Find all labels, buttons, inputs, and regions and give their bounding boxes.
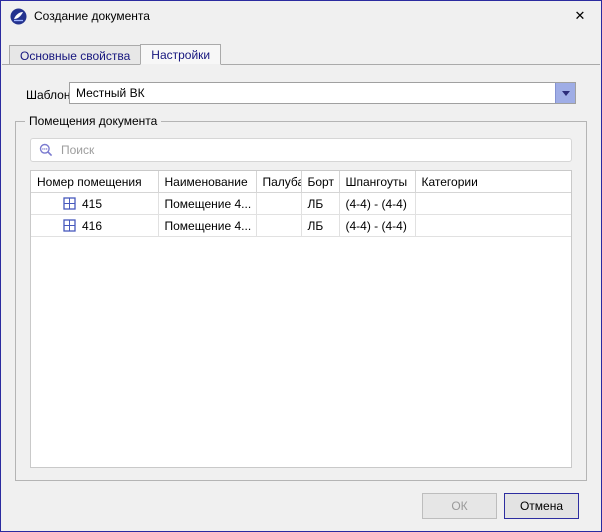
room-deck: [256, 192, 302, 215]
ok-button[interactable]: ОК: [422, 493, 497, 519]
column-header-categories[interactable]: Категории: [415, 171, 571, 193]
column-header-frames[interactable]: Шпангоуты: [339, 171, 416, 193]
tab-settings[interactable]: Настройки: [140, 44, 222, 65]
search-input[interactable]: [59, 142, 571, 158]
column-header-name[interactable]: Наименование: [158, 171, 257, 193]
room-frames: (4-4) - (4-4): [339, 214, 416, 237]
title-bar: Создание документа ✕: [1, 1, 601, 31]
rooms-table: Номер помещения Наименование Палуба Борт…: [30, 170, 572, 468]
chevron-down-icon[interactable]: [555, 83, 575, 103]
table-header-row: Номер помещения Наименование Палуба Борт…: [31, 171, 571, 193]
tab-basic-properties[interactable]: Основные свойства: [9, 45, 141, 65]
room-side: ЛБ: [301, 192, 340, 215]
search-icon: [39, 143, 53, 157]
room-icon: [63, 197, 76, 210]
room-number: 416: [82, 218, 103, 233]
room-number: 415: [82, 196, 103, 211]
column-header-side[interactable]: Борт: [301, 171, 340, 193]
table-row[interactable]: 415 Помещение 4... ЛБ (4-4) - (4-4): [31, 192, 571, 215]
room-frames: (4-4) - (4-4): [339, 192, 416, 215]
room-name: Помещение 4...: [158, 192, 257, 215]
template-label: Шаблон:: [26, 88, 74, 102]
rooms-group-title: Помещения документа: [25, 114, 162, 128]
room-categories: [415, 192, 571, 215]
create-document-dialog: Создание документа ✕ Основные свойства Н…: [0, 0, 602, 532]
column-header-room-number[interactable]: Номер помещения: [31, 171, 159, 193]
tab-bar: Основные свойства Настройки: [9, 44, 222, 65]
room-deck: [256, 214, 302, 237]
template-combobox[interactable]: Местный ВК: [69, 82, 576, 104]
room-categories: [415, 214, 571, 237]
close-icon[interactable]: ✕: [559, 1, 601, 31]
rooms-groupbox: Помещения документа Поиск Номер помещени…: [15, 114, 587, 481]
cancel-button[interactable]: Отмена: [504, 493, 579, 519]
room-side: ЛБ: [301, 214, 340, 237]
search-box[interactable]: [30, 138, 572, 162]
room-icon: [63, 219, 76, 232]
room-name: Помещение 4...: [158, 214, 257, 237]
window-title: Создание документа: [34, 9, 150, 23]
table-row[interactable]: 416 Помещение 4... ЛБ (4-4) - (4-4): [31, 214, 571, 237]
template-combobox-value: Местный ВК: [76, 86, 145, 100]
app-logo-icon: [10, 8, 27, 24]
column-header-deck[interactable]: Палуба: [256, 171, 302, 193]
